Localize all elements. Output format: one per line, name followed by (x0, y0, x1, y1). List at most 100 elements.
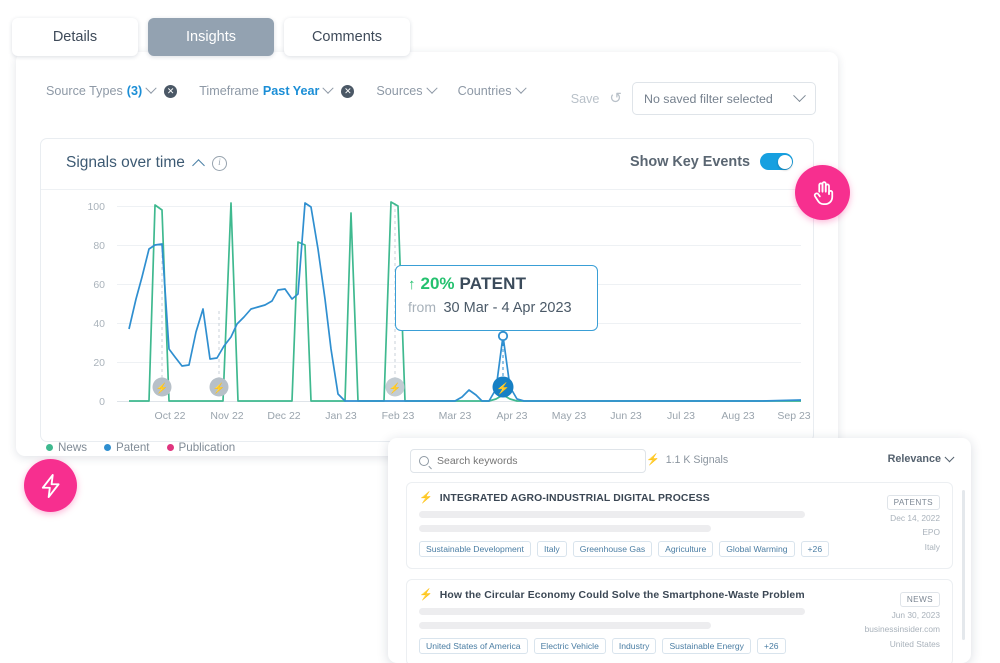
svg-text:⚡: ⚡ (496, 382, 510, 395)
result-meta: NEWS Jun 30, 2023 businessinsider.com Un… (865, 589, 940, 650)
result-title[interactable]: INTEGRATED AGRO-INDUSTRIAL DIGITAL PROCE… (440, 493, 710, 504)
legend-swatch-news (46, 444, 53, 451)
search-icon (419, 456, 429, 466)
search-input[interactable] (435, 454, 637, 468)
tooltip-date-range: 30 Mar - 4 Apr 2023 (443, 300, 572, 316)
app-root: Details Insights Comments Source Types (… (0, 0, 1000, 663)
tag-chip-more[interactable]: +26 (756, 638, 786, 654)
table-row[interactable]: ⚡ INTEGRATED AGRO-INDUSTRIAL DIGITAL PRO… (406, 482, 953, 569)
svg-text:⚡: ⚡ (156, 382, 168, 395)
chevron-up-icon[interactable] (192, 158, 205, 172)
legend-label-patent: Patent (116, 441, 150, 454)
insights-panel: Source Types (3) ✕ Timeframe Past Year ✕… (16, 52, 838, 456)
legend-swatch-patent (104, 444, 111, 451)
bolt-icon (41, 473, 60, 498)
tab-insights[interactable]: Insights (148, 18, 274, 56)
result-date: Jun 30, 2023 (891, 610, 940, 620)
tag-chip[interactable]: Industry (611, 638, 657, 654)
result-title[interactable]: How the Circular Economy Could Solve the… (440, 590, 805, 601)
tooltip-headline: ↑ 20% PATENT (408, 274, 585, 294)
result-country: United States (889, 638, 940, 649)
tooltip-type: PATENT (459, 274, 527, 293)
svg-text:Dec 22: Dec 22 (267, 410, 300, 422)
result-country: Italy (924, 541, 940, 552)
filter-bar: Source Types (3) ✕ Timeframe Past Year ✕… (16, 52, 838, 136)
filter-countries[interactable]: Countries (458, 82, 527, 98)
tag-chip[interactable]: Greenhouse Gas (572, 541, 653, 557)
tag-chip[interactable]: Sustainable Development (419, 541, 531, 557)
key-event-badge: ⚡ (152, 377, 172, 397)
sort-dropdown[interactable]: Relevance (887, 451, 955, 465)
tab-details[interactable]: Details (12, 18, 138, 56)
result-tags: Sustainable Development Italy Greenhouse… (419, 541, 940, 557)
svg-text:May 23: May 23 (552, 410, 587, 422)
legend-item-publication[interactable]: Publication (166, 441, 236, 454)
tag-chip[interactable]: Agriculture (658, 541, 714, 557)
sort-label: Relevance (887, 453, 941, 465)
filter-source-types[interactable]: Source Types (3) ✕ (46, 82, 178, 98)
tooltip-from-label: from (408, 299, 436, 315)
results-scrollbar[interactable] (962, 490, 965, 640)
tag-chip-more[interactable]: +26 (800, 541, 830, 557)
save-button[interactable]: Save (571, 92, 600, 106)
result-source: EPO (922, 527, 940, 538)
signal-count-label: 1.1 K Signals (665, 454, 729, 466)
show-key-events-toggle[interactable] (760, 153, 793, 170)
info-icon[interactable]: i (211, 155, 227, 171)
svg-text:Aug 23: Aug 23 (721, 410, 754, 422)
page-title: Signals over time (66, 154, 185, 171)
filter-sources[interactable]: Sources (376, 82, 438, 98)
chevron-down-icon (514, 82, 527, 94)
result-snippet-placeholder (419, 525, 711, 532)
result-date: Dec 14, 2022 (890, 513, 940, 523)
chart-legend: News Patent Publication (46, 441, 235, 454)
svg-text:80: 80 (93, 240, 105, 252)
chart-highlight-point (497, 330, 509, 342)
tag-chip[interactable]: Global Warming (719, 541, 795, 557)
chart-title-group[interactable]: Signals over time i (66, 154, 227, 172)
tab-comments[interactable]: Comments (284, 18, 410, 56)
result-title-row: ⚡ INTEGRATED AGRO-INDUSTRIAL DIGITAL PRO… (419, 493, 940, 505)
filter-source-types-value: (3) (126, 84, 143, 98)
filter-timeframe[interactable]: Timeframe Past Year ✕ (199, 82, 355, 98)
tag-chip[interactable]: United States of America (419, 638, 528, 654)
result-snippet-placeholder (419, 511, 805, 518)
chevron-down-icon (944, 451, 955, 462)
legend-label-news: News (58, 441, 87, 454)
key-event-badge: ⚡ (385, 377, 405, 397)
svg-text:60: 60 (93, 279, 105, 291)
tag-chip[interactable]: Sustainable Energy (662, 638, 751, 654)
legend-item-patent[interactable]: Patent (104, 441, 150, 454)
toggle-knob (777, 154, 792, 169)
chart-x-axis-labels: Oct 22 Nov 22 Dec 22 Jan 23 Feb 23 Mar 2… (155, 410, 811, 422)
bolt-icon: ⚡ (419, 589, 433, 601)
svg-text:Jul 23: Jul 23 (667, 410, 695, 422)
svg-text:40: 40 (93, 318, 105, 330)
results-panel: ⚡ 1.1 K Signals Relevance ⚡ INTEGRATED A… (388, 438, 971, 663)
signal-count-group: ⚡ 1.1 K Signals (646, 454, 728, 466)
tag-chip[interactable]: Italy (536, 541, 567, 557)
undo-icon[interactable]: ↺ (609, 91, 622, 106)
svg-text:Nov 22: Nov 22 (210, 410, 243, 422)
svg-text:Mar 23: Mar 23 (439, 410, 472, 422)
saved-filter-select[interactable]: No saved filter selected (632, 82, 816, 115)
table-row[interactable]: ⚡ How the Circular Economy Could Solve t… (406, 579, 953, 663)
clear-timeframe-icon[interactable]: ✕ (341, 84, 355, 98)
legend-item-news[interactable]: News (46, 441, 87, 454)
clear-source-types-icon[interactable]: ✕ (164, 84, 178, 98)
tooltip-percent: 20% (420, 274, 455, 293)
legend-swatch-publication (166, 444, 174, 451)
chevron-down-icon (322, 82, 335, 94)
saved-filter-value: No saved filter selected (644, 91, 773, 106)
legend-label-publication: Publication (178, 441, 236, 454)
tab-details-label: Details (52, 29, 98, 45)
search-input-wrapper[interactable] (410, 449, 646, 473)
tag-chip[interactable]: Electric Vehicle (533, 638, 606, 654)
status-badge: NEWS (899, 592, 940, 607)
filter-sources-label: Sources (376, 84, 423, 98)
svg-text:100: 100 (87, 201, 105, 213)
results-toolbar: ⚡ 1.1 K Signals Relevance (388, 438, 971, 482)
bolt-icon: ⚡ (646, 453, 660, 466)
results-list[interactable]: ⚡ INTEGRATED AGRO-INDUSTRIAL DIGITAL PRO… (388, 482, 971, 663)
tab-insights-label: Insights (186, 29, 236, 45)
